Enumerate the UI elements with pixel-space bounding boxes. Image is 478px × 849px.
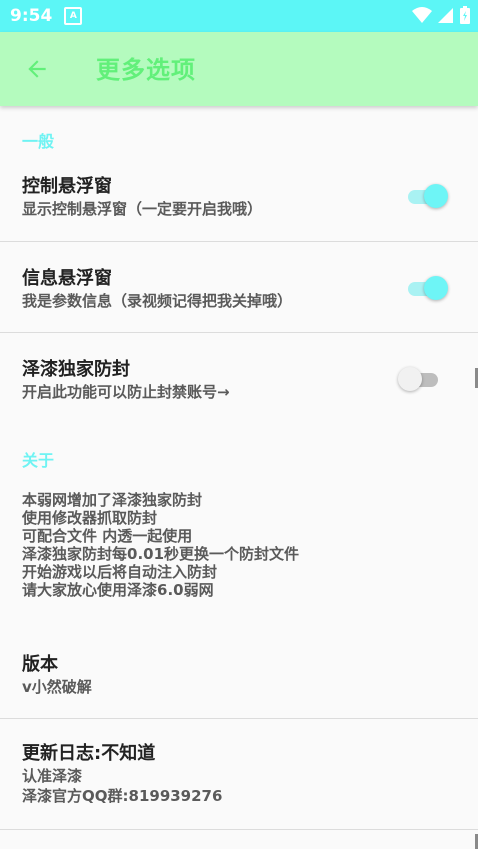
page-title: 更多选项: [96, 56, 196, 84]
notification-icon: A: [64, 7, 83, 25]
about-line: 可配合文件 内透一起使用: [22, 527, 193, 545]
about-line: 开始游戏以后将自动注入防封: [22, 563, 218, 581]
cell-signal-icon: [438, 8, 453, 23]
back-arrow-icon[interactable]: [24, 56, 50, 82]
section-header-general: 一般: [22, 132, 55, 151]
about-line: 使用修改器抓取防封: [22, 509, 158, 527]
pref-title: 控制悬浮窗: [22, 176, 112, 197]
about-line: 本弱网增加了泽漆独家防封: [22, 491, 203, 509]
pref-summary: v小然破解: [22, 678, 92, 696]
app-bar: 更多选项: [0, 32, 478, 106]
pref-title: 更新日志:不知道: [22, 743, 156, 764]
pref-title: 泽漆独家防封: [22, 359, 130, 380]
battery-icon: [460, 6, 470, 24]
pref-control-floating-window[interactable]: 控制悬浮窗 显示控制悬浮窗（一定要开启我哦）: [0, 152, 478, 241]
wifi-icon: [412, 7, 432, 23]
control-floating-window-switch[interactable]: [406, 182, 448, 210]
switch-thumb: [398, 367, 422, 391]
pref-changelog[interactable]: 更新日志:不知道 认准泽漆 泽漆官方QQ群:819939276: [0, 719, 478, 829]
switch-thumb: [424, 184, 448, 208]
pref-title: 版本: [22, 654, 58, 675]
pref-summary: 开启此功能可以防止封禁账号→: [22, 383, 230, 401]
about-line: 请大家放心使用泽漆6.0弱网: [22, 581, 214, 599]
pref-version[interactable]: 版本 v小然破解: [0, 630, 478, 718]
pref-title: 信息悬浮窗: [22, 268, 112, 289]
switch-thumb: [424, 276, 448, 300]
about-line: 泽漆独家防封每0.01秒更换一个防封文件: [22, 545, 300, 563]
section-header-about: 关于: [22, 451, 55, 470]
status-icons: [412, 6, 470, 24]
pref-anti-ban[interactable]: 泽漆独家防封 开启此功能可以防止封禁账号→: [0, 333, 478, 423]
anti-ban-switch[interactable]: [398, 365, 442, 393]
pref-summary: 我是参数信息（录视频记得把我关掉哦）: [22, 292, 293, 310]
pref-summary: 显示控制悬浮窗（一定要开启我哦）: [22, 200, 263, 218]
about-description: 本弱网增加了泽漆独家防封 使用修改器抓取防封 可配合文件 内透一起使用 泽漆独家…: [22, 491, 299, 599]
divider: [0, 829, 478, 830]
status-bar: 9:54 A: [0, 0, 478, 32]
info-floating-window-switch[interactable]: [406, 274, 448, 302]
pref-summary: 泽漆官方QQ群:819939276: [22, 787, 223, 805]
status-time: 9:54: [10, 6, 53, 26]
pref-info-floating-window[interactable]: 信息悬浮窗 我是参数信息（录视频记得把我关掉哦）: [0, 242, 478, 332]
pref-summary: 认准泽漆: [22, 767, 83, 785]
